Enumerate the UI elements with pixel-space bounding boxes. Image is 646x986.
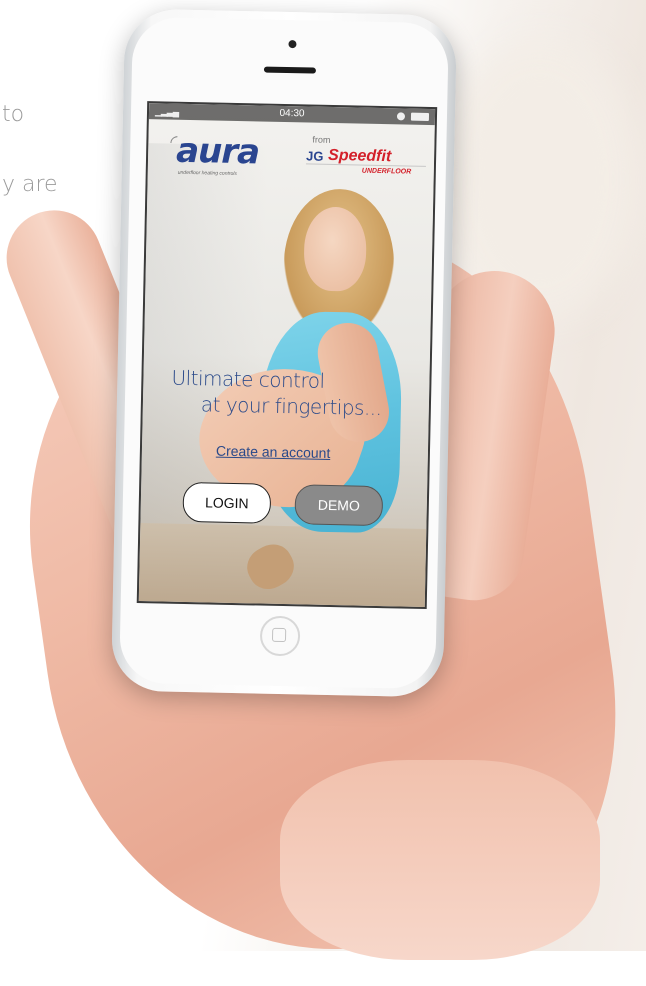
hero-tagline-line1: Ultimate control bbox=[171, 365, 325, 393]
speedfit-subtitle: UNDERFLOOR bbox=[361, 167, 412, 176]
aura-logo: ◜ aura underfloor heating controls bbox=[170, 130, 281, 178]
jg-logo: JG bbox=[305, 148, 324, 164]
background-text-line2: y are bbox=[2, 172, 58, 197]
battery-icon bbox=[410, 112, 430, 121]
aura-logo-word: aura bbox=[175, 130, 260, 173]
aura-logo-tagline: underfloor heating controls bbox=[177, 169, 238, 177]
login-button[interactable]: LOGIN bbox=[182, 481, 272, 524]
create-account-link[interactable]: Create an account bbox=[216, 443, 331, 461]
phone-device: ▁▂▃▄ 04:30 ◜ aura underfloor heating con… bbox=[110, 8, 458, 698]
photo-face bbox=[303, 206, 368, 292]
hero-tagline-line2: at your fingertips... bbox=[200, 392, 382, 421]
speaker-icon bbox=[263, 66, 316, 74]
hand-wrist bbox=[280, 760, 600, 960]
phone-screen: ▁▂▃▄ 04:30 ◜ aura underfloor heating con… bbox=[136, 101, 438, 610]
demo-button[interactable]: DEMO bbox=[294, 484, 384, 527]
from-label: from bbox=[312, 134, 331, 145]
status-time: 04:30 bbox=[279, 107, 305, 120]
background-text-line1: to bbox=[2, 102, 25, 127]
home-button-square bbox=[271, 627, 287, 643]
